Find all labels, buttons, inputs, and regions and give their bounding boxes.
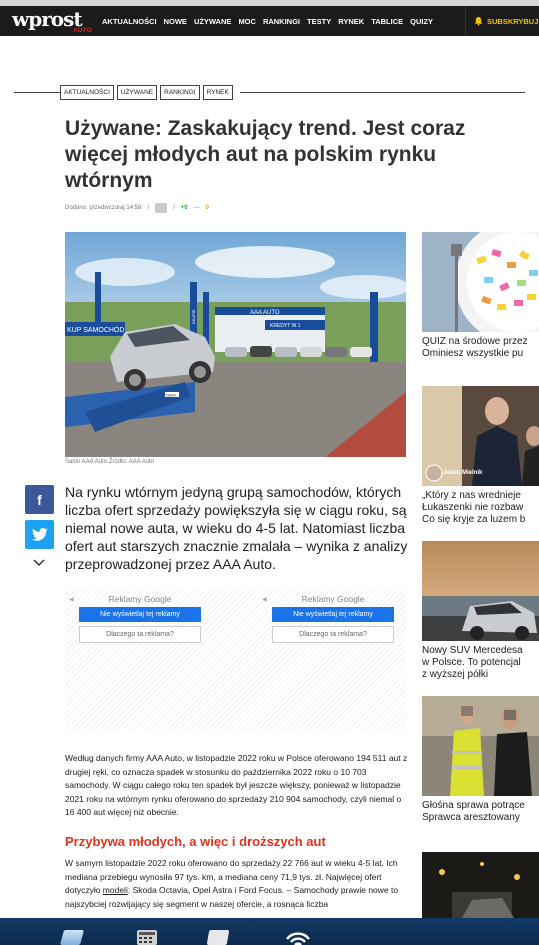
vote-up[interactable]: +0 — [181, 205, 188, 211]
sidebar-title-1-line-1: QUIZ na środowe przez — [422, 336, 528, 347]
article-subheading: Przybywa młodych, a więc i droższych aut — [65, 834, 326, 849]
police-photo — [422, 696, 539, 796]
sidebar-title-1[interactable]: QUIZ na środowe przez Ominiesz wszystkie… — [422, 336, 539, 360]
meta-separator-2: / — [173, 205, 175, 211]
article-lead: Na rynku wtórnym jedyną grupą samochodów… — [65, 484, 408, 572]
ad-block-2: ◀ Reklamy Google Nie wyświetlaj tej rekl… — [262, 594, 398, 643]
tag-rynek[interactable]: RYNEK — [202, 85, 233, 100]
sidebar-title-2-line-1: „Który z nas wrednieje — [422, 490, 521, 501]
hide-ad-button-2[interactable]: Nie wyświetlaj tej reklamy — [272, 607, 394, 622]
sidebar-title-3[interactable]: Nowy SUV Mercedesa w Polsce. To potencja… — [422, 645, 539, 681]
car-lot-illustration: AAA AUTO KUP SAMOCHÓD KREDYT W 1 SKUPIE … — [65, 232, 406, 457]
sidebar-title-3-line-2: w Polsce. To potencjal — [422, 657, 521, 668]
sidebar-image-4[interactable] — [422, 696, 539, 796]
ad-label: Reklamy Google — [108, 594, 172, 604]
plate-quiz-illustration — [422, 232, 539, 332]
sidebar-image-3[interactable] — [422, 541, 539, 641]
calculator-grid — [139, 932, 155, 943]
publish-date: Dodano: przedwczoraj 14:58 — [65, 205, 142, 211]
tag-rule-right — [240, 92, 525, 93]
sidebar-author: Jakub Mielnik — [443, 470, 483, 476]
ad-back-arrow-icon[interactable]: ◀ — [69, 596, 74, 603]
nav-item-rynek[interactable]: RYNEK — [338, 17, 364, 26]
article-paragraph-2: W samym listopadzie 2022 roku oferowano … — [65, 857, 410, 911]
night-street-photo — [422, 852, 539, 918]
article-paragraph-1: Według danych firmy AAA Auto, w listopad… — [65, 753, 408, 817]
meta-separator: / — [147, 205, 150, 211]
calculator-icon[interactable] — [137, 930, 157, 945]
wifi-icon[interactable] — [285, 930, 311, 945]
article-photo[interactable]: AAA AUTO KUP SAMOCHÓD KREDYT W 1 SKUPIE … — [65, 232, 406, 457]
sidebar-title-2[interactable]: „Który z nas wrednieje Łukaszenki nie ro… — [422, 490, 539, 526]
banner-text: AAA AUTO — [250, 310, 280, 316]
tag-list: AKTUALNOŚCI UŻYWANE RANKINGI RYNEK — [60, 85, 233, 100]
sidebar-title-2-line-2: Łukaszenki nie rozbaw — [422, 502, 524, 513]
sidebar-title-3-line-1: Nowy SUV Mercedesa — [422, 645, 523, 656]
nav-item-nowe[interactable]: NOWE — [164, 17, 187, 26]
vote-down-count: 0 — [205, 205, 209, 211]
chevron-down-icon[interactable] — [33, 558, 45, 568]
logo-text: wprost — [12, 7, 83, 31]
notepad-icon[interactable] — [59, 930, 85, 945]
ad-block-1: ◀ Reklamy Google Nie wyświetlaj tej rekl… — [69, 594, 205, 643]
article-meta: Dodano: przedwczoraj 14:58 / 0 / +0 — 0 — [65, 203, 209, 213]
nav-item-testy[interactable]: TESTY — [307, 17, 331, 26]
bell-icon — [474, 16, 483, 26]
twitter-share-button[interactable] — [25, 520, 54, 549]
ad-label-2: Reklamy Google — [301, 594, 365, 604]
header-spacer — [0, 36, 539, 76]
why-ad-button[interactable]: Dlaczego ta reklama? — [79, 626, 201, 643]
tag-rankingi[interactable]: RANKINGI — [160, 85, 200, 100]
subscribe-label: SUBSKRYBUJ — [487, 16, 539, 26]
why-ad-button-2[interactable]: Dlaczego ta reklama? — [272, 626, 394, 643]
plate-text: GWH — [166, 393, 176, 398]
flag-text: SKUPIE — [191, 309, 196, 324]
subscribe-button[interactable]: SUBSKRYBUJ — [465, 6, 539, 36]
vote-down-icon[interactable]: — — [194, 205, 200, 211]
ad-zone: ◀ Reklamy Google Nie wyświetlaj tej rekl… — [65, 590, 406, 730]
facebook-icon: f — [37, 491, 42, 508]
tag-aktualnosci[interactable]: AKTUALNOŚCI — [60, 85, 114, 100]
models-link[interactable]: modeli — [103, 885, 128, 895]
document-icon[interactable] — [206, 930, 230, 945]
logo-sub: AUTO — [73, 28, 92, 34]
sidebar-title-2-line-3: Co się kryje za luzem b — [422, 514, 526, 525]
main-nav: AKTUALNOŚCI NOWE UŻYWANE MOC RANKINGI TE… — [102, 6, 440, 36]
twitter-icon — [31, 528, 47, 541]
ad-back-arrow-icon-2[interactable]: ◀ — [262, 596, 267, 603]
sidebar-image-5[interactable] — [422, 852, 539, 918]
sidebar-title-4-line-2: Sprawca aresztowany — [422, 812, 520, 823]
photo-caption: Salon AAA Auto Źródło: AAA Auto — [65, 459, 155, 465]
sidebar-title-3-line-3: z wyższej półki — [422, 669, 489, 680]
sidebar-image-1[interactable] — [422, 232, 539, 332]
tag-rule-left — [14, 92, 60, 93]
suv-photo — [422, 541, 539, 641]
sidebar-title-4-line-1: Głośna sprawa potrące — [422, 800, 525, 811]
os-taskbar — [0, 918, 539, 945]
comment-icon[interactable] — [155, 203, 168, 213]
site-logo[interactable]: wprost AUTO — [12, 8, 94, 34]
sign-right-text: KREDYT W 1 — [270, 323, 301, 329]
nav-item-rankingi[interactable]: RANKINGI — [263, 17, 300, 26]
facebook-share-button[interactable]: f — [25, 485, 54, 514]
tag-row: AKTUALNOŚCI UŻYWANE RANKINGI RYNEK — [14, 85, 525, 101]
sidebar-title-1-line-2: Ominiesz wszystkie pu — [422, 348, 524, 359]
nav-item-moc[interactable]: MOC — [238, 17, 256, 26]
tag-uzywane[interactable]: UŻYWANE — [116, 85, 158, 100]
nav-item-aktualnosci[interactable]: AKTUALNOŚCI — [102, 17, 157, 26]
sidebar-title-4[interactable]: Głośna sprawa potrące Sprawca aresztowan… — [422, 800, 539, 824]
article-title: Używane: Zaskakujący trend. Jest coraz w… — [65, 117, 466, 192]
nav-item-tablice[interactable]: TABLICE — [371, 17, 403, 26]
site-header: wprost AUTO AKTUALNOŚCI NOWE UŻYWANE MOC… — [0, 6, 539, 36]
nav-item-quizy[interactable]: QUIZY — [410, 17, 433, 26]
nav-item-uzywane[interactable]: UŻYWANE — [194, 17, 232, 26]
hide-ad-button[interactable]: Nie wyświetlaj tej reklamy — [79, 607, 201, 622]
